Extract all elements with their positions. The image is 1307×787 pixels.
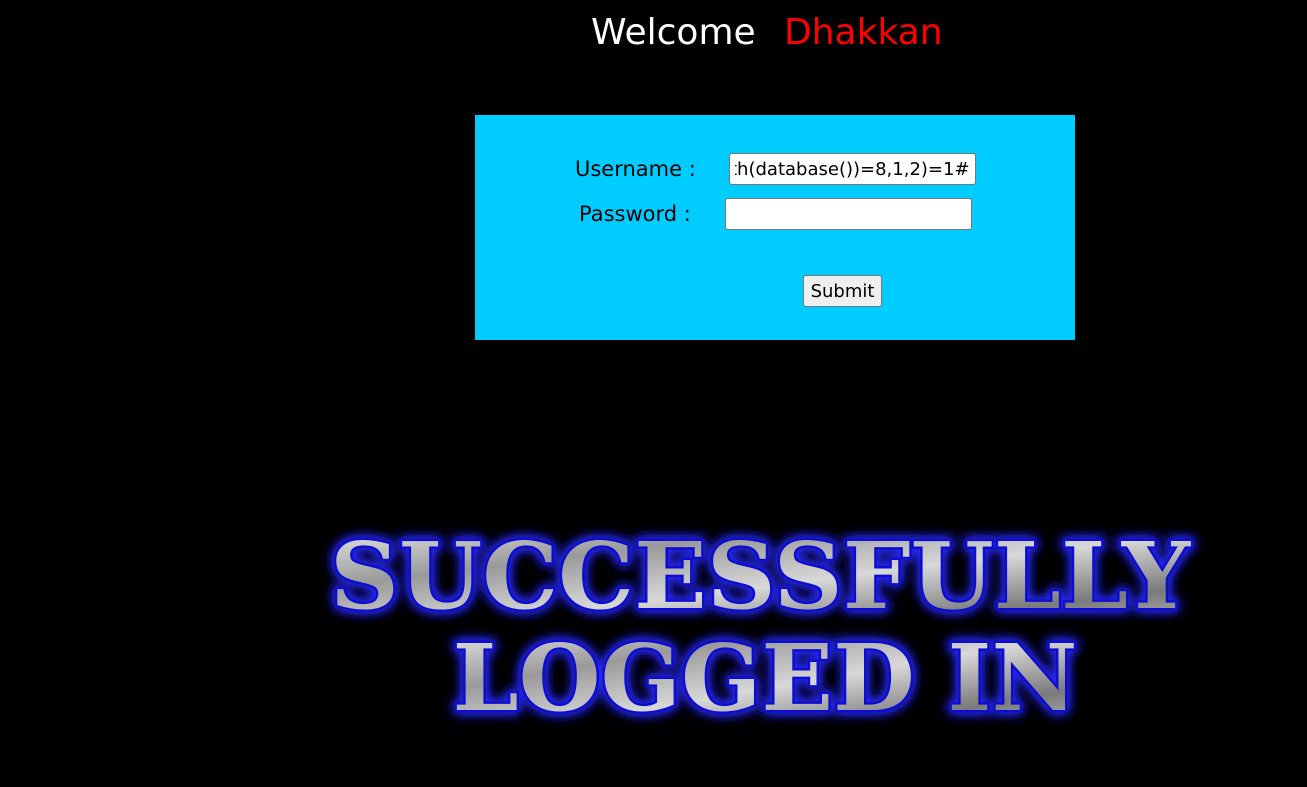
username-label: Username : xyxy=(575,157,696,181)
welcome-name: Dhakkan xyxy=(784,12,943,53)
submit-button[interactable]: Submit xyxy=(803,275,882,307)
username-input[interactable] xyxy=(729,153,976,185)
password-label: Password : xyxy=(579,202,691,226)
password-input[interactable] xyxy=(725,198,972,230)
login-form: Username : Password : Submit xyxy=(475,115,1075,340)
success-banner: SUCCESSFULLY LOGGED IN xyxy=(310,520,1210,730)
welcome-text: Welcome xyxy=(591,12,756,53)
banner-line-1: SUCCESSFULLY xyxy=(330,522,1191,630)
welcome-header: Welcome Dhakkan xyxy=(0,8,1307,58)
success-banner-image: SUCCESSFULLY LOGGED IN xyxy=(328,520,1194,730)
banner-line-2: LOGGED IN xyxy=(453,624,1078,730)
